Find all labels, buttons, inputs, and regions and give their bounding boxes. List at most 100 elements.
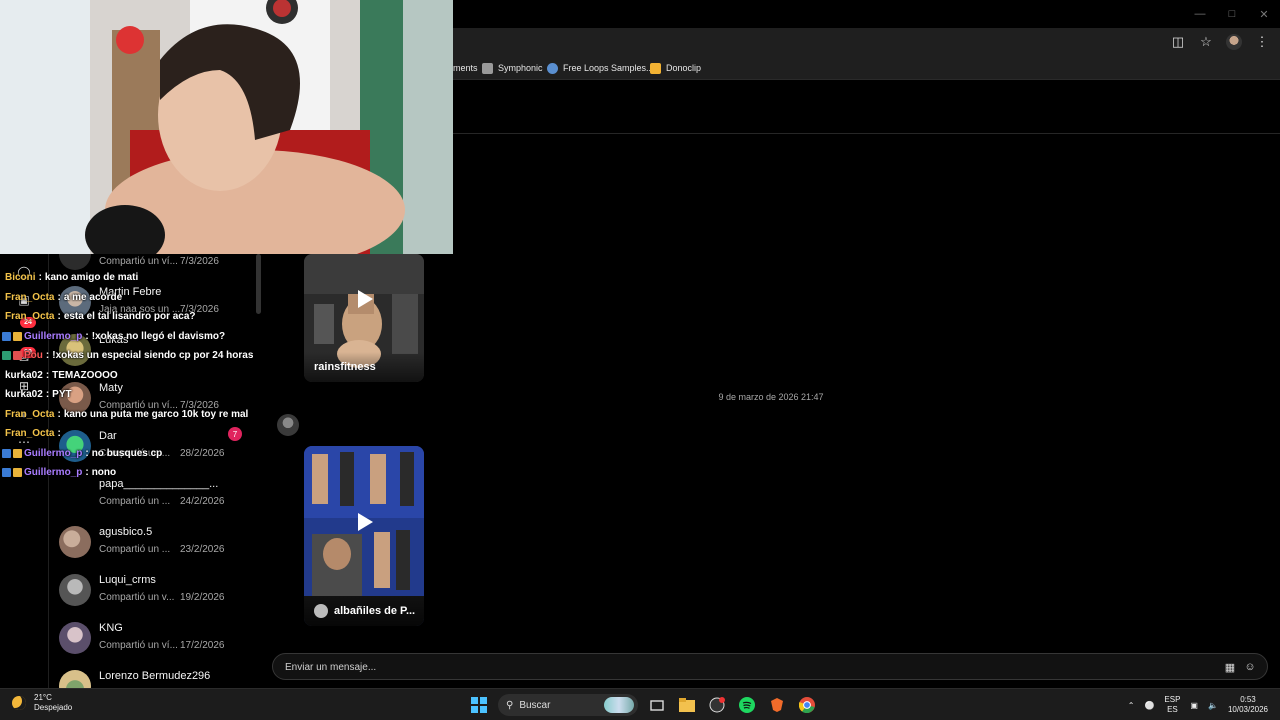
conversation-item[interactable]: Lorenzo Bermudez296	[49, 662, 261, 688]
chat-message: kurka02: PYT	[5, 387, 72, 401]
system-tray: ⌃ ⚪ ESP ES ▣ 🔈 0:53 10/03/2026	[1128, 689, 1280, 720]
start-button[interactable]	[468, 694, 490, 716]
avatar	[59, 526, 91, 558]
conversation-scrollbar[interactable]	[256, 254, 261, 314]
volume-icon[interactable]: 🔈	[1208, 701, 1218, 710]
message-composer: ▦ ☺	[272, 653, 1268, 680]
chat-username: Pou	[24, 349, 43, 361]
reel-caption: albañiles de P...	[304, 596, 424, 626]
chat-username: Guillermo_p	[24, 447, 83, 459]
clock[interactable]: 0:53 10/03/2026	[1228, 695, 1268, 715]
brave-button[interactable]	[766, 694, 788, 716]
bookmark-item[interactable]: Donoclip	[650, 60, 701, 76]
obs-button[interactable]	[706, 694, 728, 716]
conversation-date: 23/2/2026	[180, 544, 225, 555]
weather-widget[interactable]: 21°C Despejado	[12, 693, 72, 713]
task-view-button[interactable]	[646, 694, 668, 716]
chat-message: Biconi: kano amigo de mati	[5, 270, 138, 284]
chat-username: Fran_Octa	[5, 427, 55, 439]
chevron-up-icon[interactable]: ⌃	[1128, 701, 1135, 710]
chat-separator: :	[85, 447, 89, 459]
restore-icon[interactable]: □	[1216, 0, 1248, 28]
taskbar-apps: ⚲ Buscar	[468, 693, 818, 717]
chat-username: kurka02	[5, 388, 43, 400]
shared-reel-card[interactable]: albañiles de P...	[304, 446, 424, 626]
author-avatar	[314, 604, 328, 618]
free-loops-icon	[547, 62, 558, 74]
chat-badge-icon	[2, 448, 11, 458]
clock-time: 0:53	[1240, 695, 1256, 704]
conversation-name: Luqui_crms	[99, 574, 156, 586]
chat-message: Fran_Octa: a me acorde	[5, 290, 122, 304]
bookmark-item[interactable]: ments	[453, 60, 478, 76]
chat-separator: :	[38, 271, 42, 283]
file-explorer-button[interactable]	[676, 694, 698, 716]
chat-text: esta el tal lisandro por aca?	[63, 310, 196, 322]
bookmark-item[interactable]: Free Loops Samples...	[547, 60, 654, 76]
more-menu-icon[interactable]: ⋮	[1252, 32, 1272, 52]
reel-author: rainsfitness	[314, 361, 376, 373]
chat-text: !xokas no llegó el davismo?	[91, 330, 226, 342]
chat-message: Fran_Octa: esta el tal lisandro por aca?	[5, 309, 196, 323]
conversation-date: 17/2/2026	[180, 640, 225, 651]
chat-separator: :	[57, 291, 61, 303]
chat-badge-icon	[13, 448, 22, 458]
avatar	[59, 478, 91, 510]
symphonic-icon	[482, 62, 493, 74]
bookmark-star-icon[interactable]: ☆	[1196, 32, 1216, 52]
chat-badge-icon	[13, 350, 22, 360]
windows-icon	[471, 697, 487, 713]
chat-username: kurka02	[5, 369, 43, 381]
clock-date: 10/03/2026	[1227, 705, 1268, 714]
screen: — □ ✕ ◫ ☆ ⋮ ments Symphonic Free Loops S…	[0, 0, 1280, 720]
conversation-name: Dar	[99, 430, 117, 442]
conversation-date: 7/3/2026	[180, 256, 219, 267]
chrome-button[interactable]	[796, 694, 818, 716]
microphone-icon[interactable]: ⚪	[1144, 701, 1154, 710]
sender-avatar[interactable]	[277, 414, 299, 436]
conversation-preview: Compartió un ví...	[99, 256, 178, 267]
chat-separator: :	[57, 408, 61, 420]
chat-username: Biconi	[5, 271, 36, 283]
donoclip-icon	[650, 62, 661, 74]
chat-message: Guillermo_p: no busques cp	[2, 446, 162, 460]
bookmark-item[interactable]: Symphonic	[482, 60, 543, 76]
chat-text: no busques cp	[91, 447, 163, 459]
chat-username: Guillermo_p	[24, 330, 83, 342]
minimize-icon[interactable]: —	[1184, 0, 1216, 28]
chat-separator: :	[45, 349, 50, 361]
bookmark-label: Symphonic	[498, 63, 543, 73]
taskbar: 21°C Despejado ⚲ Buscar ⌃ ⚪ ESP ES ▣ 🔈 0…	[0, 688, 1280, 720]
taskbar-search[interactable]: ⚲ Buscar	[498, 694, 638, 716]
conversation-name: Maty	[99, 382, 123, 394]
message-input[interactable]	[285, 660, 1185, 674]
chat-username: Guillermo_p	[24, 466, 83, 478]
conversation-item[interactable]: KNG Compartió un ví... 17/2/2026	[49, 614, 261, 662]
network-icon[interactable]: ▣	[1190, 701, 1198, 710]
chat-separator: :	[57, 310, 61, 322]
language-indicator[interactable]: ESP ES	[1164, 695, 1180, 715]
chat-message: Pou: !xokas un especial siendo cp por 24 …	[2, 348, 253, 362]
chat-text: a me acorde	[63, 291, 123, 303]
shared-reel-card[interactable]: rainsfitness	[304, 254, 424, 382]
weather-temp: 21°C	[34, 693, 52, 702]
profile-avatar[interactable]	[1224, 32, 1244, 52]
conversation-name: agusbico.5	[99, 526, 153, 538]
emoji-icon[interactable]: ☺	[1243, 660, 1257, 674]
play-icon[interactable]	[358, 512, 373, 531]
chat-badge-icon	[2, 331, 11, 341]
conversation-item[interactable]: Luqui_crms Compartió un v... 19/2/2026	[49, 566, 261, 614]
spotify-icon	[739, 697, 755, 713]
chat-message: Guillermo_p: !xokas no llegó el davismo?	[2, 329, 225, 343]
conversation-name: papa______________...	[99, 478, 219, 490]
spotify-button[interactable]	[736, 694, 758, 716]
play-icon[interactable]	[358, 289, 373, 308]
conversation-item[interactable]: agusbico.5 Compartió un ... 23/2/2026	[49, 518, 261, 566]
close-icon[interactable]: ✕	[1248, 0, 1280, 28]
image-upload-icon[interactable]: ▦	[1223, 660, 1237, 674]
install-app-icon[interactable]: ◫	[1168, 32, 1188, 52]
avatar	[59, 622, 91, 654]
conversation-preview: Compartió un ví...	[99, 640, 178, 651]
conversation-date: 19/2/2026	[180, 592, 225, 603]
weather-desc: Despejado	[34, 703, 73, 712]
